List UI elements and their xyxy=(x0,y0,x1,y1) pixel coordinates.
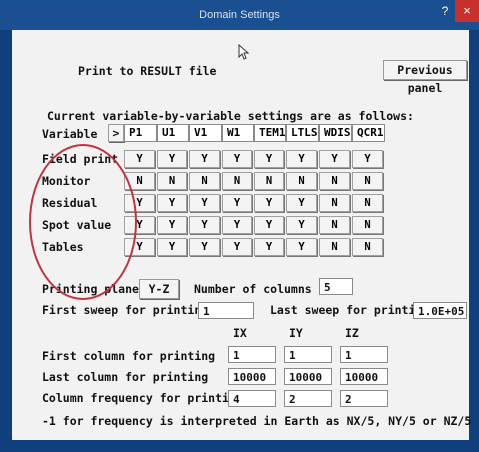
setting-toggle-cell[interactable]: Y xyxy=(157,150,187,168)
variable-header-cell: WDIS xyxy=(319,124,352,142)
last-column-label: Last column for printing xyxy=(42,370,209,384)
variable-header-cell: P1 xyxy=(124,124,157,142)
setting-toggle-cell[interactable]: N xyxy=(189,172,220,190)
setting-toggle-cell[interactable]: N xyxy=(319,194,350,212)
setting-toggle-cell[interactable]: N xyxy=(352,238,383,256)
mouse-cursor-icon xyxy=(238,44,250,60)
setting-toggle-cell[interactable]: Y xyxy=(222,150,252,168)
axis-header-ix: IX xyxy=(233,326,247,340)
setting-toggle-cell[interactable]: Y xyxy=(254,194,284,212)
number-of-columns-field[interactable]: 5 xyxy=(319,278,353,295)
print-to-result-label: Print to RESULT file xyxy=(78,64,217,78)
window-title: Domain Settings xyxy=(199,9,280,21)
setting-toggle-cell[interactable]: N xyxy=(319,172,350,190)
setting-toggle-cell[interactable]: Y xyxy=(222,194,252,212)
setting-toggle-cell[interactable]: N xyxy=(286,172,317,190)
variable-header-cell: W1 xyxy=(222,124,254,142)
setting-toggle-cell[interactable]: N xyxy=(222,172,252,190)
close-button[interactable]: × xyxy=(455,0,479,22)
variable-header-cell: QCR1 xyxy=(352,124,385,142)
setting-toggle-cell[interactable]: Y xyxy=(352,150,383,168)
settings-window: Domain Settings ? × Print to RESULT file… xyxy=(0,0,479,452)
first-column-iz-field[interactable]: 1 xyxy=(340,346,388,363)
setting-toggle-cell[interactable]: N xyxy=(352,172,383,190)
setting-toggle-cell[interactable]: Y xyxy=(222,216,252,234)
printing-plane-button[interactable]: Y-Z xyxy=(139,279,179,299)
variable-header-cell: LTLS xyxy=(286,124,319,142)
setting-toggle-cell[interactable]: Y xyxy=(254,238,284,256)
setting-toggle-cell[interactable]: Y xyxy=(189,216,220,234)
frequency-iy-field[interactable]: 2 xyxy=(284,390,332,407)
setting-toggle-cell[interactable]: Y xyxy=(157,194,187,212)
last-sweep-label: Last sweep for printing xyxy=(270,303,430,317)
setting-toggle-cell[interactable]: N xyxy=(157,172,187,190)
setting-toggle-cell[interactable]: Y xyxy=(286,150,317,168)
setting-toggle-cell[interactable]: Y xyxy=(286,194,317,212)
setting-toggle-cell[interactable]: Y xyxy=(254,150,284,168)
setting-toggle-cell[interactable]: N xyxy=(319,216,350,234)
frequency-ix-field[interactable]: 4 xyxy=(228,390,276,407)
setting-toggle-cell[interactable]: Y xyxy=(157,216,187,234)
variable-label: Variable xyxy=(42,127,98,141)
frequency-iz-field[interactable]: 2 xyxy=(340,390,388,407)
setting-toggle-cell[interactable]: Y xyxy=(124,150,155,168)
setting-toggle-cell[interactable]: Y xyxy=(222,238,252,256)
setting-toggle-cell[interactable]: Y xyxy=(286,216,317,234)
variable-header-cell: U1 xyxy=(157,124,189,142)
column-frequency-label: Column frequency for printing xyxy=(42,391,243,405)
first-sweep-field[interactable]: 1 xyxy=(198,302,254,319)
settings-panel: Print to RESULT file Previous panel Curr… xyxy=(12,30,472,440)
setting-toggle-cell[interactable]: Y xyxy=(189,150,220,168)
setting-toggle-cell[interactable]: Y xyxy=(157,238,187,256)
axis-header-iz: IZ xyxy=(345,326,359,340)
red-annotation-oval xyxy=(29,144,137,300)
setting-toggle-cell[interactable]: Y xyxy=(254,216,284,234)
last-sweep-field[interactable]: 1.0E+05 xyxy=(413,302,467,319)
last-column-ix-field[interactable]: 10000 xyxy=(228,368,276,385)
setting-toggle-cell[interactable]: Y xyxy=(189,194,220,212)
title-bar: Domain Settings ? × xyxy=(0,0,479,30)
number-of-columns-label: Number of columns xyxy=(194,282,312,296)
setting-toggle-cell[interactable]: N xyxy=(319,238,350,256)
next-variables-button[interactable]: > xyxy=(108,124,124,142)
variable-header-cell: V1 xyxy=(189,124,222,142)
setting-toggle-cell[interactable]: Y xyxy=(319,150,350,168)
variable-header-cell: TEM1 xyxy=(254,124,286,142)
first-sweep-label: First sweep for printing xyxy=(42,303,209,317)
first-column-ix-field[interactable]: 1 xyxy=(228,346,276,363)
last-column-iz-field[interactable]: 10000 xyxy=(340,368,388,385)
first-column-iy-field[interactable]: 1 xyxy=(284,346,332,363)
last-column-iy-field[interactable]: 10000 xyxy=(284,368,332,385)
settings-caption: Current variable-by-variable settings ar… xyxy=(47,109,414,123)
previous-panel-button[interactable]: Previous panel xyxy=(383,60,467,95)
first-column-label: First column for printing xyxy=(42,349,216,363)
frequency-note: -1 for frequency is interpreted in Earth… xyxy=(42,414,472,428)
setting-toggle-cell[interactable]: N xyxy=(352,194,383,212)
axis-header-iy: IY xyxy=(289,326,303,340)
setting-toggle-cell[interactable]: Y xyxy=(286,238,317,256)
setting-toggle-cell[interactable]: N xyxy=(352,216,383,234)
help-button[interactable]: ? xyxy=(437,4,453,20)
setting-toggle-cell[interactable]: Y xyxy=(189,238,220,256)
setting-toggle-cell[interactable]: N xyxy=(254,172,284,190)
